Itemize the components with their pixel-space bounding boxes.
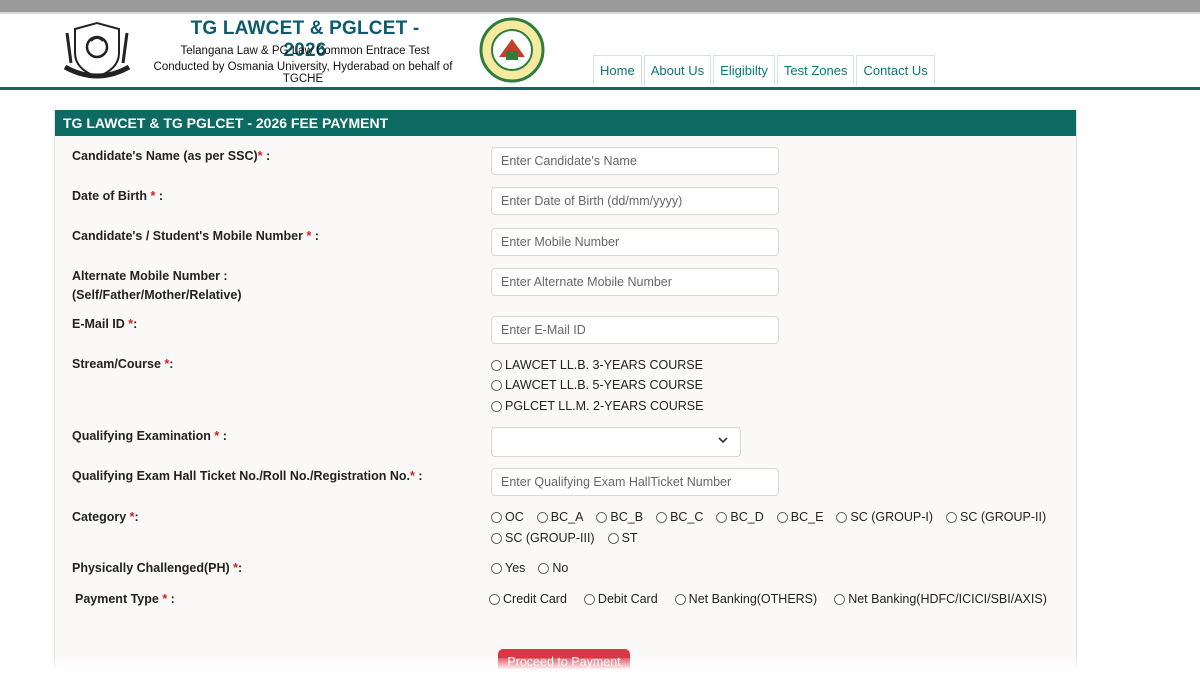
mobile-label: Candidate's / Student's Mobile Number * …	[72, 229, 319, 243]
hall-ticket-input[interactable]	[491, 468, 779, 496]
ph-option-no[interactable]: No	[538, 561, 568, 575]
fee-payment-form: TG LAWCET & TG PGLCET - 2026 FEE PAYMENT…	[54, 110, 1077, 675]
ph-label: Physically Challenged(PH) *:	[72, 561, 243, 575]
payment-option-net-banking-major[interactable]: Net Banking(HDFC/ICICI/SBI/AXIS)	[834, 592, 1047, 606]
email-label: E-Mail ID *:	[72, 317, 138, 331]
payment-type-label: Payment Type * :	[75, 592, 175, 606]
radio-icon[interactable]	[489, 593, 500, 605]
header-banner: TG LAWCET & PGLCET - 2026 Telangana Law …	[55, 15, 548, 85]
stream-label: Stream/Course *:	[72, 357, 174, 371]
header-divider	[0, 87, 1200, 90]
category-option-bc-b[interactable]: BC_B	[596, 510, 643, 524]
radio-icon[interactable]	[776, 511, 788, 523]
radio-icon[interactable]	[836, 511, 848, 523]
radio-icon[interactable]	[491, 562, 502, 574]
main-nav: Home About Us Eligibilty Test Zones Cont…	[593, 55, 935, 87]
radio-icon[interactable]	[491, 511, 502, 523]
radio-icon[interactable]	[536, 511, 548, 523]
radio-icon[interactable]	[491, 359, 502, 371]
form-heading: TG LAWCET & TG PGLCET - 2026 FEE PAYMENT	[55, 110, 1076, 136]
category-option-sc-group-2[interactable]: SC (GROUP-II)	[946, 510, 1046, 524]
radio-icon[interactable]	[491, 400, 502, 412]
category-option-bc-d[interactable]: BC_D	[716, 510, 764, 524]
radio-icon[interactable]	[674, 593, 686, 605]
stream-option-llb5[interactable]: LAWCET LL.B. 5-YEARS COURSE	[491, 378, 716, 392]
nav-about-us[interactable]: About Us	[643, 55, 712, 86]
payment-option-credit-card[interactable]: Credit Card	[489, 592, 567, 606]
radio-icon[interactable]	[596, 511, 608, 523]
ph-option-yes[interactable]: Yes	[491, 561, 525, 575]
radio-icon[interactable]	[491, 532, 502, 544]
alt-mobile-label: Alternate Mobile Number : (Self/Father/M…	[72, 269, 242, 302]
category-option-sc-group-3[interactable]: SC (GROUP-III)	[491, 531, 595, 545]
category-option-bc-a[interactable]: BC_A	[536, 510, 583, 524]
top-divider	[0, 12, 1200, 14]
top-bar	[0, 0, 1200, 12]
radio-icon[interactable]	[583, 593, 595, 605]
site-subtitle: Telangana Law & PG Law Common Entrace Te…	[180, 45, 430, 57]
mobile-input[interactable]	[491, 228, 779, 256]
category-options-row1: OC BC_A BC_B BC_C BC_D BC_E SC (GROUP-I)…	[491, 510, 1059, 524]
category-option-sc-group-1[interactable]: SC (GROUP-I)	[836, 510, 933, 524]
radio-icon[interactable]	[946, 511, 958, 523]
ph-options: Yes No	[491, 561, 581, 575]
site-conducted-by: Conducted by Osmania University, Hyderab…	[153, 61, 453, 85]
university-logo-icon	[63, 21, 131, 79]
radio-icon[interactable]	[491, 379, 502, 391]
category-option-oc[interactable]: OC	[491, 510, 524, 524]
qualifying-exam-label: Qualifying Examination * :	[72, 429, 227, 443]
radio-icon[interactable]	[834, 593, 846, 605]
chevron-down-icon	[718, 437, 728, 444]
category-options-row2: SC (GROUP-III) ST	[491, 531, 651, 545]
radio-icon[interactable]	[656, 511, 668, 523]
candidate-name-input[interactable]	[491, 147, 779, 175]
category-option-st[interactable]: ST	[607, 531, 638, 545]
radio-icon[interactable]	[538, 562, 550, 574]
payment-option-debit-card[interactable]: Debit Card	[583, 592, 658, 606]
stream-option-llm2[interactable]: PGLCET LL.M. 2-YEARS COURSE	[491, 399, 716, 413]
qualifying-exam-select[interactable]	[491, 427, 741, 457]
radio-icon[interactable]	[716, 511, 728, 523]
alt-mobile-input[interactable]	[491, 268, 779, 296]
dob-input[interactable]	[491, 187, 779, 215]
email-input[interactable]	[491, 316, 779, 344]
stream-option-llb3[interactable]: LAWCET LL.B. 3-YEARS COURSE	[491, 358, 716, 372]
category-label: Category *:	[72, 510, 139, 524]
hall-ticket-label: Qualifying Exam Hall Ticket No./Roll No.…	[72, 469, 423, 483]
category-option-bc-c[interactable]: BC_C	[656, 510, 703, 524]
council-logo-icon	[479, 17, 545, 83]
name-label: Candidate's Name (as per SSC)* :	[72, 149, 271, 163]
bottom-fade	[0, 658, 1200, 675]
nav-home[interactable]: Home	[593, 55, 642, 86]
radio-icon[interactable]	[607, 532, 619, 544]
dob-label: Date of Birth * :	[72, 189, 163, 203]
nav-eligibility[interactable]: Eligibilty	[713, 55, 775, 86]
category-option-bc-e[interactable]: BC_E	[776, 510, 823, 524]
nav-contact-us[interactable]: Contact Us	[856, 55, 935, 86]
payment-options: Credit Card Debit Card Net Banking(OTHER…	[489, 592, 1060, 606]
payment-option-net-banking-others[interactable]: Net Banking(OTHERS)	[674, 592, 817, 606]
nav-test-zones[interactable]: Test Zones	[776, 55, 855, 86]
